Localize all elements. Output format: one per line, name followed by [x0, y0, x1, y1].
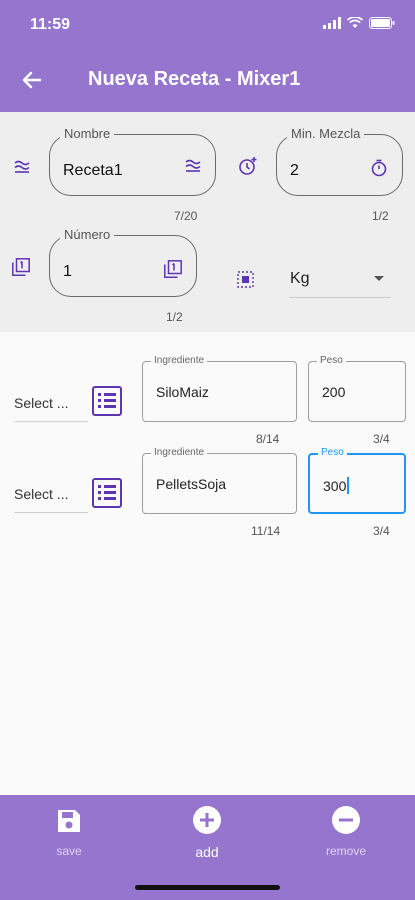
- filter-1-icon: [12, 258, 30, 276]
- unit-select-value: Kg: [290, 270, 310, 287]
- unit-select[interactable]: Kg: [290, 258, 390, 298]
- nombre-counter: 7/20: [174, 209, 198, 223]
- ingrediente-field[interactable]: Ingrediente PelletsSoja: [142, 447, 297, 514]
- mezcla-value[interactable]: 2: [290, 162, 299, 180]
- ingredient-select[interactable]: Select ...: [14, 473, 88, 513]
- wifi-icon: [347, 17, 363, 28]
- select-all-icon: [237, 271, 254, 288]
- list-icon[interactable]: [92, 478, 122, 508]
- numero-label: Número: [60, 227, 115, 242]
- approx-equal-icon: [14, 160, 30, 173]
- nombre-field[interactable]: Nombre Receta1: [49, 126, 216, 196]
- mezcla-field[interactable]: Min. Mezcla 2: [276, 126, 403, 196]
- ingrediente-counter: 8/14: [256, 432, 280, 446]
- ingrediente-label: Ingrediente: [151, 447, 208, 458]
- status-icons: [323, 17, 395, 29]
- save-button[interactable]: save: [24, 807, 114, 858]
- remove-circle-icon: [332, 806, 360, 834]
- nombre-value[interactable]: Receta1: [63, 162, 123, 180]
- peso-value[interactable]: 200: [322, 384, 345, 400]
- page-title: Nueva Receta - Mixer1: [88, 68, 301, 90]
- add-label: add: [195, 844, 219, 860]
- peso-label: Peso: [318, 447, 347, 458]
- peso-counter: 3/4: [373, 432, 390, 446]
- remove-label: remove: [325, 844, 366, 858]
- ingrediente-value[interactable]: SiloMaiz: [156, 384, 209, 400]
- ingrediente-value[interactable]: PelletsSoja: [156, 476, 226, 492]
- remove-button[interactable]: remove: [301, 805, 391, 858]
- peso-field[interactable]: Peso 300: [308, 447, 406, 514]
- numero-field[interactable]: Número 1: [49, 227, 197, 297]
- app-bar: 11:59 Nueva Receta - Mixer1: [0, 0, 415, 112]
- mezcla-label: Min. Mezcla: [287, 126, 365, 141]
- home-indicator[interactable]: [135, 885, 280, 890]
- add-button[interactable]: add: [162, 805, 252, 860]
- save-icon: [58, 810, 80, 832]
- signal-icon: [323, 17, 341, 29]
- peso-value[interactable]: 300: [323, 477, 350, 494]
- peso-counter: 3/4: [373, 524, 390, 538]
- peso-field[interactable]: Peso 200: [308, 355, 406, 422]
- filter-1-icon: [164, 260, 182, 278]
- nombre-label: Nombre: [60, 126, 115, 141]
- add-circle-icon: [193, 806, 221, 834]
- save-label: save: [56, 844, 82, 858]
- approx-equal-icon: [185, 159, 201, 172]
- chevron-down-icon: [374, 276, 384, 281]
- mezcla-counter: 1/2: [372, 209, 389, 223]
- numero-counter: 1/2: [166, 310, 183, 324]
- peso-value-text: 300: [323, 478, 347, 494]
- numero-value[interactable]: 1: [63, 263, 72, 281]
- timer-icon: [371, 159, 387, 177]
- ingredient-select-value: Select ...: [14, 486, 69, 502]
- text-cursor: [347, 477, 350, 494]
- peso-label: Peso: [317, 355, 346, 366]
- status-time: 11:59: [30, 16, 71, 33]
- ingrediente-field[interactable]: Ingrediente SiloMaiz: [142, 355, 297, 422]
- ingredient-select[interactable]: Select ...: [14, 382, 88, 422]
- alarm-add-icon: [239, 157, 257, 175]
- ingrediente-label: Ingrediente: [151, 355, 208, 366]
- list-icon[interactable]: [92, 386, 122, 416]
- battery-icon: [369, 17, 395, 29]
- ingrediente-counter: 11/14: [251, 524, 281, 538]
- arrow-back-icon[interactable]: [18, 66, 46, 94]
- ingredient-select-value: Select ...: [14, 395, 69, 411]
